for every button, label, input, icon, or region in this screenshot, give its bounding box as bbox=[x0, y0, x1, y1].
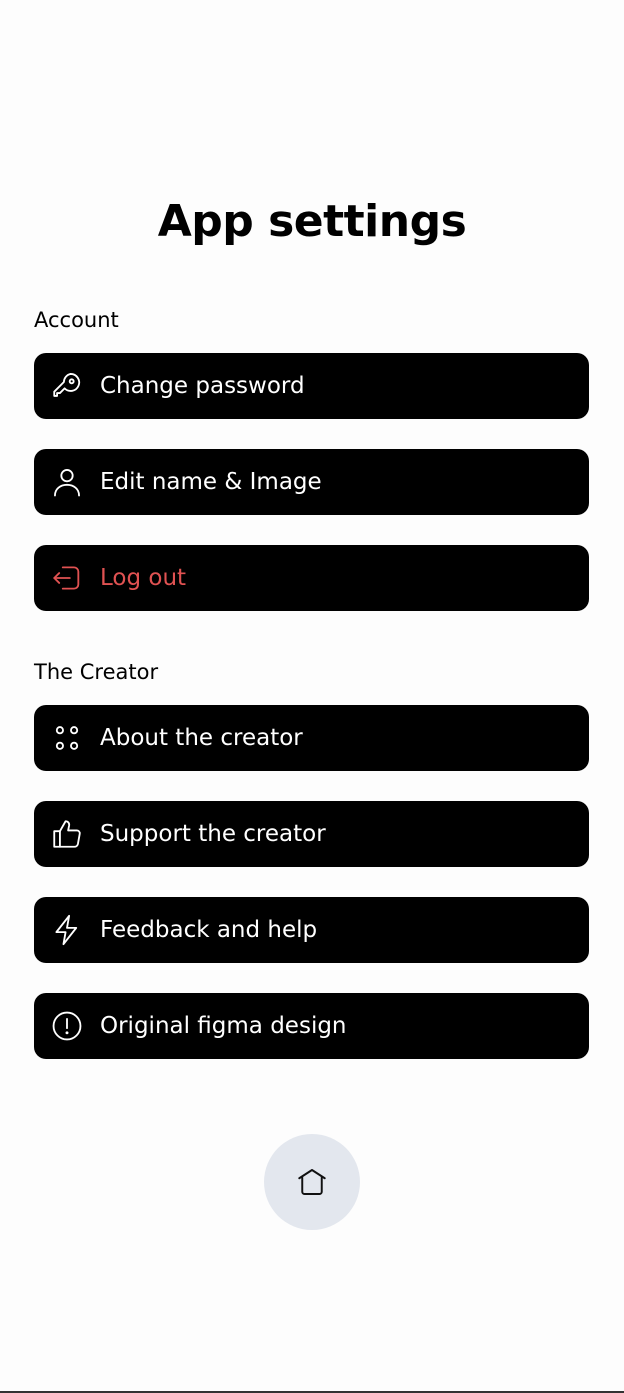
log-out-label: Log out bbox=[100, 565, 187, 591]
section-label-creator: The Creator bbox=[34, 660, 159, 684]
about-creator-label: About the creator bbox=[100, 725, 303, 751]
edit-name-image-button[interactable]: Edit name & Image bbox=[34, 449, 589, 515]
key-icon bbox=[50, 369, 84, 403]
change-password-button[interactable]: Change password bbox=[34, 353, 589, 419]
thumbs-up-icon bbox=[50, 817, 84, 851]
home-button[interactable] bbox=[264, 1134, 360, 1230]
support-creator-button[interactable]: Support the creator bbox=[34, 801, 589, 867]
lightning-icon bbox=[50, 913, 84, 947]
user-icon bbox=[50, 465, 84, 499]
home-icon bbox=[294, 1164, 330, 1200]
feedback-help-label: Feedback and help bbox=[100, 917, 318, 943]
figma-design-button[interactable]: Original figma design bbox=[34, 993, 589, 1059]
change-password-label: Change password bbox=[100, 373, 305, 399]
settings-screen: App settings Account Change password Edi… bbox=[0, 0, 624, 1393]
log-out-button[interactable]: Log out bbox=[34, 545, 589, 611]
edit-name-image-label: Edit name & Image bbox=[100, 469, 322, 495]
section-label-account: Account bbox=[34, 308, 119, 332]
dots-grid-icon bbox=[50, 721, 84, 755]
support-creator-label: Support the creator bbox=[100, 821, 326, 847]
page-title: App settings bbox=[157, 196, 467, 247]
logout-icon bbox=[50, 561, 84, 595]
info-circle-icon bbox=[50, 1009, 84, 1043]
figma-design-label: Original figma design bbox=[100, 1013, 347, 1039]
feedback-help-button[interactable]: Feedback and help bbox=[34, 897, 589, 963]
about-creator-button[interactable]: About the creator bbox=[34, 705, 589, 771]
